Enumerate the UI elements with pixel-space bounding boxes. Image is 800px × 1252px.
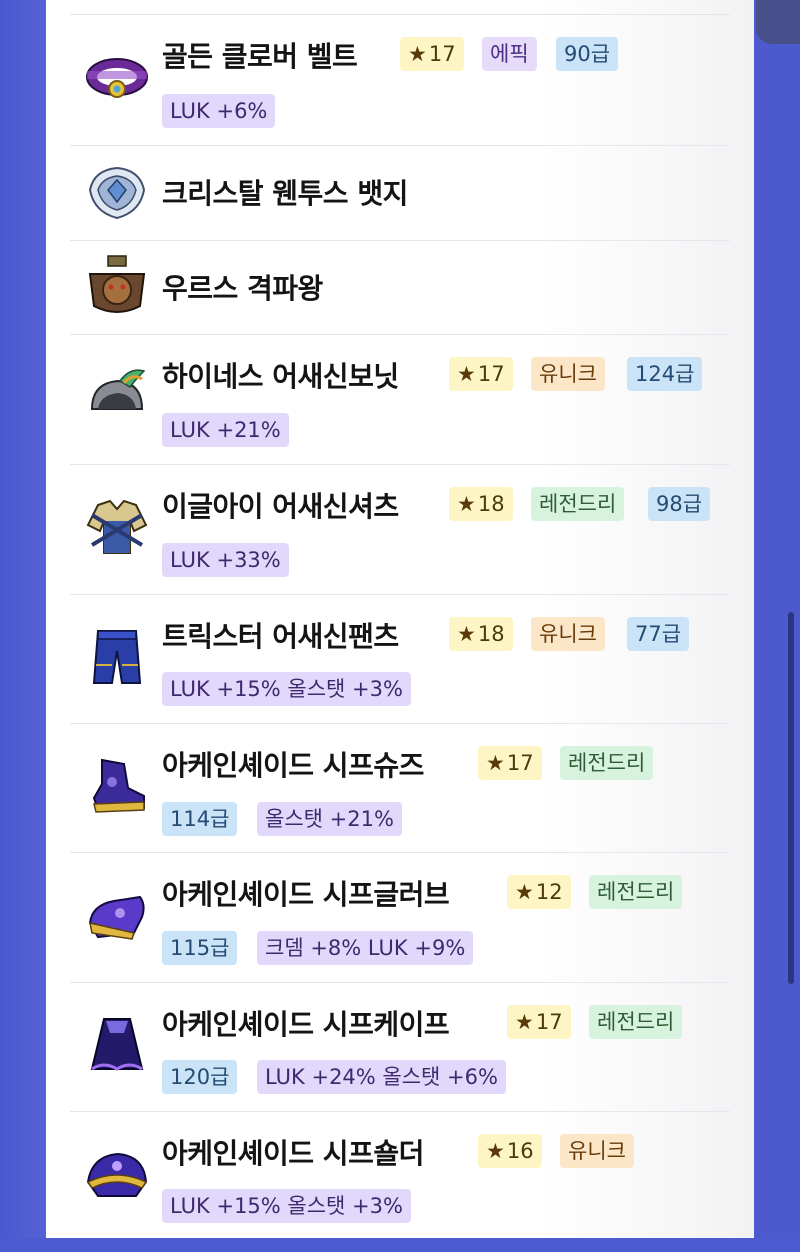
list-item[interactable]: 트릭스터 어새신팬츠 ★18 유니크 77급 LUK +15% 올스탯 +3% [70,595,730,724]
star-badge: ★16 [478,1134,542,1168]
star-badge: ★18 [449,487,513,521]
scrollbar[interactable] [788,612,794,984]
level-badge: 120급 [162,1060,238,1094]
cape-icon [90,1018,144,1071]
item-name: 아케인셰이드 시프글러브 [162,878,450,911]
item-name: 우르스 격파왕 [162,272,323,305]
floating-button-edge[interactable] [756,0,800,44]
item-name: 아케인셰이드 시프숄더 [162,1137,424,1170]
star-badge: ★18 [449,617,513,651]
glove-icon [88,895,145,940]
grade-badge: 유니크 [531,617,605,651]
item-name: 골든 클로버 벨트 [162,40,358,73]
grade-badge: 레전드리 [589,1005,683,1039]
shoulder-icon [86,1152,148,1197]
item-name: 크리스탈 웬투스 뱃지 [162,177,408,210]
option-badge: LUK +15% 올스탯 +3% [162,672,411,706]
star-icon: ★ [486,751,505,775]
list-item[interactable]: 하이네스 어새신보닛 ★17 유니크 124급 LUK +21% [70,335,730,465]
item-name: 아케인셰이드 시프케이프 [162,1008,450,1041]
star-icon: ★ [457,492,476,516]
belt-icon [86,58,148,98]
item-name: 이글아이 어새신셔츠 [162,490,399,523]
option-badge: 올스탯 +21% [257,802,402,836]
grade-badge: 유니크 [531,357,605,391]
item-name: 하이네스 어새신보닛 [162,360,399,393]
grade-badge: 레전드리 [531,487,625,521]
star-badge: ★17 [400,37,464,71]
option-badge: LUK +33% [162,543,289,577]
grade-badge: 유니크 [560,1134,634,1168]
option-badge: LUK +15% 올스탯 +3% [162,1189,411,1223]
option-badge: LUK +6% [162,94,276,128]
list-item[interactable]: 아케인셰이드 시프글러브 ★12 레전드리 115급 크뎀 +8% LUK +9… [70,853,730,983]
star-icon: ★ [457,362,476,386]
grade-badge: 레전드리 [560,746,654,780]
level-badge: 114급 [162,802,238,836]
list-item[interactable]: 아케인셰이드 시프케이프 ★17 레전드리 120급 LUK +24% 올스탯 … [70,983,730,1112]
star-icon: ★ [457,622,476,646]
list-item[interactable]: 우르스 격파왕 [70,241,730,335]
level-badge: 98급 [648,487,711,521]
medal-icon [88,255,146,313]
grade-badge: 레전드리 [589,875,683,909]
shirt-icon [86,499,148,554]
level-badge: 124급 [627,357,703,391]
star-badge: ★17 [507,1005,571,1039]
star-badge: ★17 [478,746,542,780]
list-item[interactable]: 이글아이 어새신셔츠 ★18 레전드리 98급 LUK +33% [70,465,730,595]
option-badge: LUK +24% 올스탯 +6% [257,1060,506,1094]
star-icon: ★ [486,1139,505,1163]
star-badge: ★12 [507,875,571,909]
level-badge: 90급 [556,37,619,71]
star-badge: ★17 [449,357,513,391]
helmet-icon [90,369,146,410]
pants-icon [92,630,142,684]
option-badge: LUK +21% [162,413,289,447]
level-badge: 115급 [162,931,238,965]
list-item[interactable]: 골든 클로버 벨트 ★17 에픽 90급 LUK +6% [70,15,730,146]
item-name: 트릭스터 어새신팬츠 [162,620,399,653]
left-background [0,0,46,1238]
star-icon: ★ [515,1010,534,1034]
option-badge: 크뎀 +8% LUK +9% [257,931,474,965]
equipment-list: 골든 클로버 벨트 ★17 에픽 90급 LUK +6% 크리스탈 웬투스 뱃지… [46,0,754,1238]
list-item[interactable]: 크리스탈 웬투스 뱃지 [70,146,730,241]
grade-badge: 에픽 [482,37,537,71]
star-icon: ★ [408,42,427,66]
shoes-icon [92,758,145,813]
list-item[interactable]: 아케인셰이드 시프숄더 ★16 유니크 LUK +15% 올스탯 +3% [70,1112,730,1252]
badge-icon [88,166,146,220]
level-badge: 77급 [627,617,690,651]
star-icon: ★ [515,880,534,904]
list-item[interactable]: 아케인셰이드 시프슈즈 ★17 레전드리 114급 올스탯 +21% [70,724,730,853]
item-name: 아케인셰이드 시프슈즈 [162,749,424,782]
